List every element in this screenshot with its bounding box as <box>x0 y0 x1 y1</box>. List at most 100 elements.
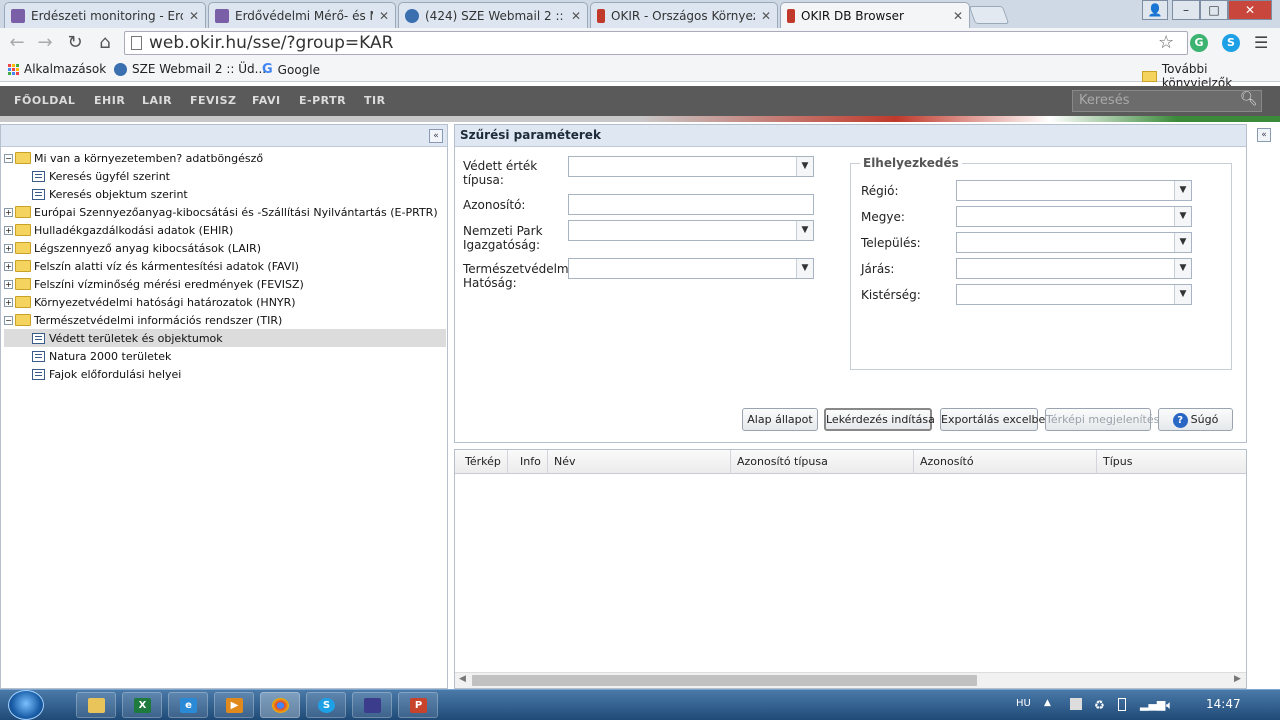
column-header-id[interactable]: Azonosító <box>914 450 1097 474</box>
scrollbar-thumb[interactable] <box>472 675 977 686</box>
tree-folder-item[interactable]: + Felszíni vízminőség mérési eredmények (… <box>4 275 446 293</box>
collapse-icon[interactable]: − <box>4 315 13 325</box>
minimize-button[interactable]: – <box>1172 0 1200 20</box>
extension-green-icon[interactable]: G <box>1190 34 1208 52</box>
scroll-right-icon[interactable]: ▶ <box>1234 674 1241 684</box>
expand-icon[interactable]: + <box>4 207 13 217</box>
tree-folder-item[interactable]: + Hulladékgazdálkodási adatok (EHIR) <box>4 221 446 239</box>
address-bar[interactable]: web.okir.hu/sse/?group=KAR <box>124 31 1188 55</box>
taskbar-skype[interactable]: S <box>306 692 346 718</box>
close-button[interactable]: ✕ <box>1228 0 1272 20</box>
chevron-down-icon[interactable]: ▼ <box>796 259 813 278</box>
nav-link-favi[interactable]: FAVI <box>252 94 281 107</box>
chevron-down-icon[interactable]: ▼ <box>1174 285 1191 304</box>
export-excel-button[interactable]: Exportálás excelbe <box>940 408 1045 431</box>
sync-icon[interactable]: ♻ <box>1094 698 1105 712</box>
taskbar-explorer[interactable] <box>76 692 116 718</box>
bookmark-webmail[interactable]: SZE Webmail 2 :: Üd... <box>114 62 266 76</box>
chevron-down-icon[interactable]: ▼ <box>796 157 813 176</box>
tab-close-icon[interactable]: ✕ <box>379 9 389 23</box>
national-park-select[interactable]: ▼ <box>568 220 814 241</box>
tab-close-icon[interactable]: ✕ <box>189 9 199 23</box>
back-arrow-icon[interactable]: ← <box>6 32 28 54</box>
tree-leaf-item[interactable]: Fajok előfordulási helyei <box>4 365 446 383</box>
menu-icon[interactable]: ☰ <box>1254 33 1268 52</box>
start-button[interactable] <box>8 690 44 720</box>
expand-icon[interactable]: + <box>4 225 13 235</box>
nav-link-ehir[interactable]: EHIR <box>94 94 125 107</box>
chevron-down-icon[interactable]: ▼ <box>1174 259 1191 278</box>
tree-folder-item[interactable]: + Európai Szennyezőanyag-kibocsátási és -… <box>4 203 446 221</box>
taskbar-save[interactable] <box>352 692 392 718</box>
expand-icon[interactable]: + <box>4 279 13 289</box>
tree-folder-item[interactable]: − Természetvédelmi információs rendszer (… <box>4 311 446 329</box>
taskbar-powerpoint[interactable]: P <box>398 692 438 718</box>
chevron-down-icon[interactable]: ▼ <box>1174 181 1191 200</box>
settlement-select[interactable]: ▼ <box>956 232 1192 253</box>
help-button[interactable]: ? Súgó <box>1158 408 1233 431</box>
browser-tab-active[interactable]: OKIR DB Browser ✕ <box>780 2 970 28</box>
taskbar-excel[interactable]: X <box>122 692 162 718</box>
taskbar-chrome[interactable] <box>260 692 300 718</box>
chevron-down-icon[interactable]: ▼ <box>1174 233 1191 252</box>
language-indicator[interactable]: HU <box>1016 698 1031 709</box>
nav-link-fevisz[interactable]: FEVISZ <box>190 94 237 107</box>
collapse-left-panel-icon[interactable]: « <box>429 129 443 143</box>
nav-link-lair[interactable]: LAIR <box>142 94 172 107</box>
browser-tab[interactable]: Erdészeti monitoring - Erd ✕ <box>4 2 206 28</box>
tab-close-icon[interactable]: ✕ <box>571 9 581 23</box>
reload-icon[interactable]: ↻ <box>64 32 86 54</box>
column-header-info[interactable]: Info <box>514 450 548 474</box>
action-center-icon[interactable] <box>1070 698 1082 710</box>
reset-button[interactable]: Alap állapot <box>742 408 818 431</box>
tree-leaf-item[interactable]: Keresés ügyfél szerint <box>4 167 446 185</box>
chevron-down-icon[interactable]: ▼ <box>1174 207 1191 226</box>
district-select[interactable]: ▼ <box>956 258 1192 279</box>
expand-icon[interactable]: + <box>4 243 13 253</box>
battery-icon[interactable] <box>1118 698 1126 711</box>
search-icon[interactable]: 🔍︎ <box>1240 91 1258 107</box>
column-header-name[interactable]: Név <box>548 450 731 474</box>
signal-icon[interactable]: ▂▄▆ <box>1140 698 1165 711</box>
tree-leaf-item[interactable]: Natura 2000 területek <box>4 347 446 365</box>
nav-link-tir[interactable]: TIR <box>364 94 386 107</box>
browser-tab[interactable]: OKIR - Országos Környeze ✕ <box>590 2 778 28</box>
county-select[interactable]: ▼ <box>956 206 1192 227</box>
subregion-select[interactable]: ▼ <box>956 284 1192 305</box>
region-select[interactable]: ▼ <box>956 180 1192 201</box>
skype-extension-icon[interactable]: S <box>1222 34 1240 52</box>
column-header-type[interactable]: Típus <box>1097 450 1246 474</box>
column-header-id-type[interactable]: Azonosító típusa <box>731 450 914 474</box>
volume-icon[interactable]: 🔈︎ <box>1166 698 1173 713</box>
tree-folder-item[interactable]: + Felszín alatti víz és kármentesítési ad… <box>4 257 446 275</box>
new-tab-button[interactable] <box>968 6 1010 24</box>
home-icon[interactable]: ⌂ <box>94 32 116 54</box>
site-search-input[interactable]: Keresés <box>1072 90 1262 112</box>
taskbar-ie[interactable]: e <box>168 692 208 718</box>
browser-tab[interactable]: Erdővédelmi Mérő- és Me ✕ <box>208 2 396 28</box>
forward-arrow-icon[interactable]: → <box>34 32 56 54</box>
tree-folder-item[interactable]: + Légszennyező anyag kibocsátások (LAIR) <box>4 239 446 257</box>
tray-expand-icon[interactable]: ▲ <box>1044 698 1051 708</box>
taskbar-clock[interactable]: 14:47 <box>1206 697 1241 711</box>
authority-select[interactable]: ▼ <box>568 258 814 279</box>
collapse-right-panel-icon[interactable]: « <box>1257 128 1271 142</box>
maximize-button[interactable]: □ <box>1200 0 1228 20</box>
browser-tab[interactable]: (424) SZE Webmail 2 :: Érk ✕ <box>398 2 588 28</box>
bookmark-apps[interactable]: Alkalmazások <box>8 62 106 76</box>
run-query-button[interactable]: Lekérdezés indítása <box>824 408 935 431</box>
identifier-input[interactable] <box>568 194 814 215</box>
protected-value-type-select[interactable]: ▼ <box>568 156 814 177</box>
tree-leaf-item[interactable]: Keresés objektum szerint <box>4 185 446 203</box>
tree-folder-item[interactable]: − Mi van a környezetemben? adatböngésző <box>4 149 446 167</box>
collapse-icon[interactable]: − <box>4 153 13 163</box>
taskbar-media[interactable]: ▶ <box>214 692 254 718</box>
user-profile-icon[interactable]: 👤 <box>1142 0 1168 20</box>
tab-close-icon[interactable]: ✕ <box>761 9 771 23</box>
bookmark-star-icon[interactable]: ☆ <box>1158 32 1174 53</box>
bookmark-google[interactable]: G Google <box>262 62 320 77</box>
chevron-down-icon[interactable]: ▼ <box>796 221 813 240</box>
nav-link-eprtr[interactable]: E-PRTR <box>299 94 346 107</box>
tab-close-icon[interactable]: ✕ <box>953 9 963 23</box>
scroll-left-icon[interactable]: ◀ <box>459 674 466 684</box>
